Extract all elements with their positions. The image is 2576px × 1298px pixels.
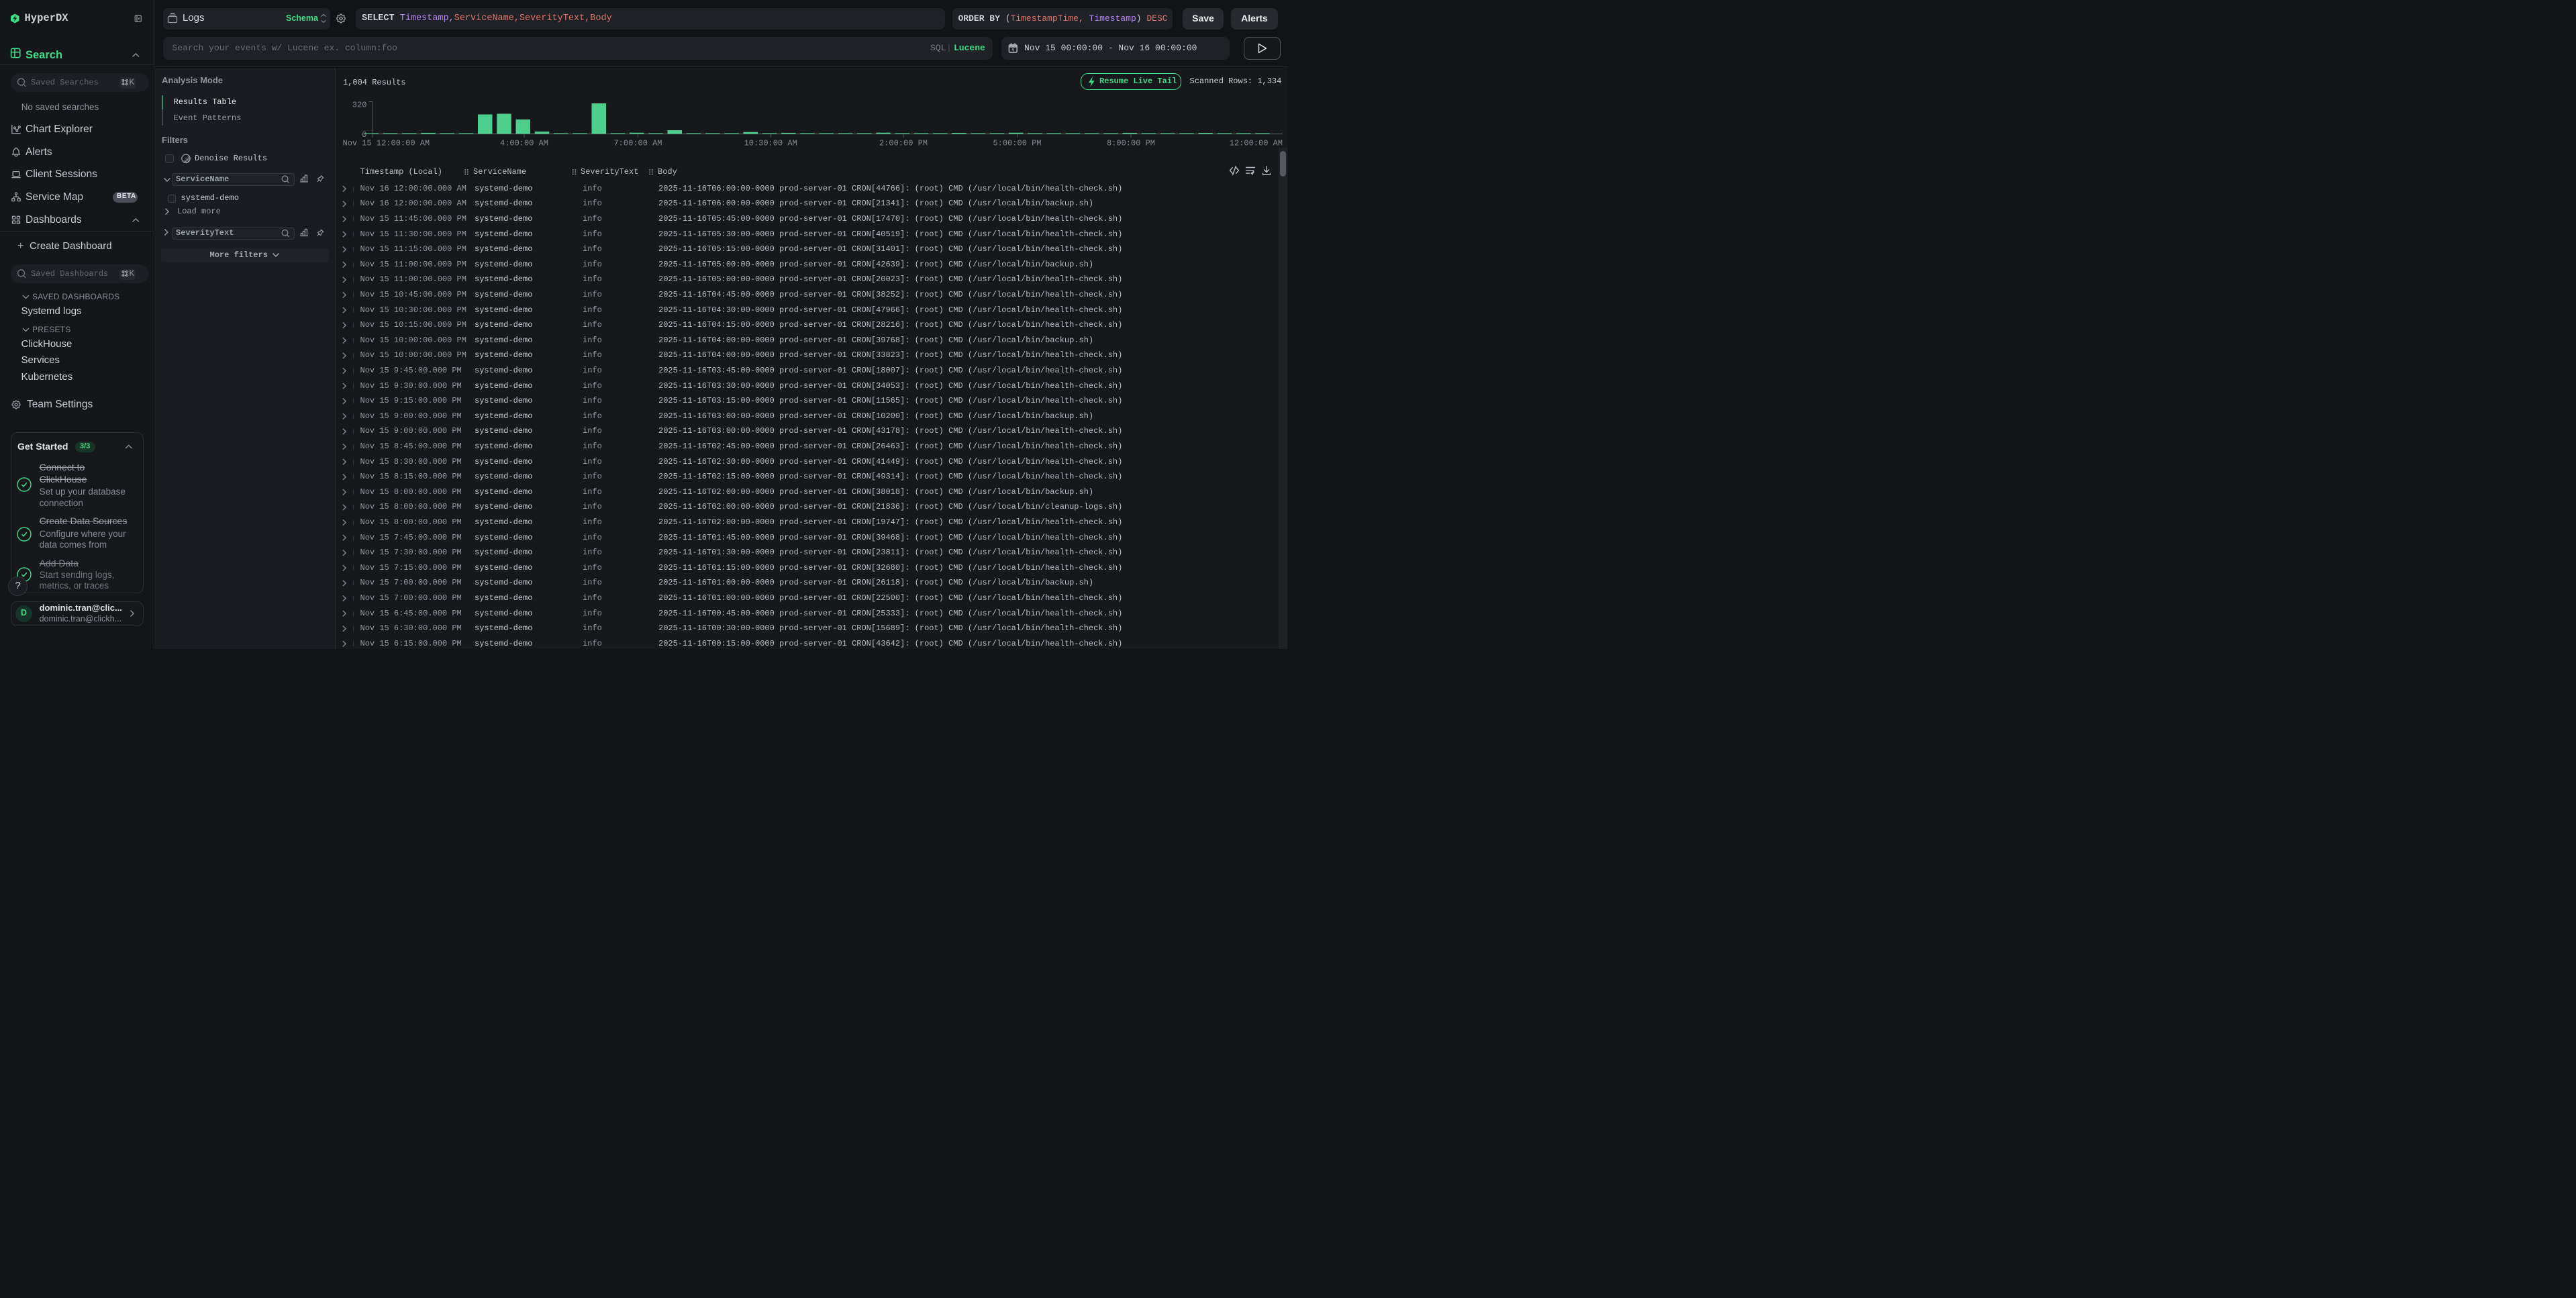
svg-text:8:00:00 PM: 8:00:00 PM [1107,139,1155,148]
svg-text:5:00:00 PM: 5:00:00 PM [993,139,1041,148]
svg-text:Nov 15 12:00:00 AM: Nov 15 12:00:00 AM [343,139,430,148]
svg-text:7:00:00 AM: 7:00:00 AM [613,139,662,148]
svg-text:12:00:00 AM: 12:00:00 AM [1230,139,1283,148]
svg-text:4:00:00 AM: 4:00:00 AM [500,139,548,148]
svg-text:10:30:00 AM: 10:30:00 AM [744,139,797,148]
svg-text:320: 320 [352,101,367,110]
svg-text:2:00:00 PM: 2:00:00 PM [879,139,928,148]
